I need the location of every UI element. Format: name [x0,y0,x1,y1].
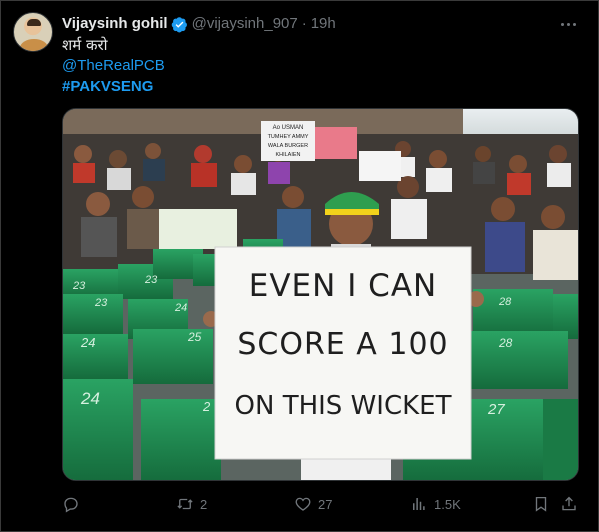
svg-text:24: 24 [80,335,95,350]
tweet-text: शर्म करो [62,36,108,54]
retweet-icon [177,498,193,510]
more-options-icon[interactable] [557,14,579,34]
svg-text:2: 2 [202,399,211,414]
verified-badge-icon [171,16,187,32]
views-count: 1.5K [434,496,461,512]
hashtag-link[interactable]: #PAKVSENG [62,77,153,97]
stadium-photo: Ao USMAN TUMHEY AMMY WALA BURGER KHILAIE… [63,109,578,480]
avatar[interactable] [13,12,53,52]
separator-dot: · [301,15,307,32]
svg-text:Ao USMAN: Ao USMAN [273,125,304,131]
like-button[interactable]: 27 [294,490,332,518]
svg-text:23: 23 [94,297,108,309]
author-handle[interactable]: @vijaysinh_907 [192,14,298,34]
svg-text:23: 23 [144,274,158,286]
tweet-time[interactable]: 19h [311,14,336,34]
tweet-photo[interactable]: Ao USMAN TUMHEY AMMY WALA BURGER KHILAIE… [62,108,579,481]
mention-link[interactable]: @TheRealPCB [62,56,165,76]
svg-text:KHILAIEN: KHILAIEN [275,152,300,158]
handwritten-sign: EVEN I CAN SCORE A 100 ON THIS WICKET [214,246,472,460]
retweet-button[interactable]: 2 [176,490,207,518]
like-count: 27 [318,496,333,512]
svg-text:ON THIS WICKET: ON THIS WICKET [235,391,452,421]
svg-text:28: 28 [498,296,512,308]
views-button[interactable]: 1.5K [410,490,461,518]
svg-text:23: 23 [72,280,86,292]
svg-text:24: 24 [80,389,100,408]
avatar-shirt [20,39,48,51]
reply-button[interactable] [62,490,86,518]
svg-text:EVEN I CAN: EVEN I CAN [249,268,437,304]
avatar-hair [27,19,41,26]
svg-text:SCORE A 100: SCORE A 100 [237,327,448,362]
svg-text:27: 27 [487,401,505,418]
retweet-count: 2 [200,496,208,512]
author-name[interactable]: Vijaysinh gohil [62,14,168,34]
svg-text:WALA BURGER: WALA BURGER [268,143,308,149]
tweet-header: Vijaysinh gohil @vijaysinh_907 · 19h [62,14,336,34]
svg-text:24: 24 [174,302,187,314]
views-icon [413,498,425,510]
bookmark-button[interactable] [532,490,550,518]
svg-text:TUMHEY AMMY: TUMHEY AMMY [268,134,309,140]
action-bar: 2 27 1.5K [62,490,582,518]
reply-icon [64,497,78,513]
share-icon [562,496,576,511]
bookmark-icon [535,496,547,512]
svg-text:25: 25 [187,330,202,344]
heart-icon [295,497,311,511]
svg-text:28: 28 [498,336,513,350]
share-button[interactable] [560,490,578,518]
